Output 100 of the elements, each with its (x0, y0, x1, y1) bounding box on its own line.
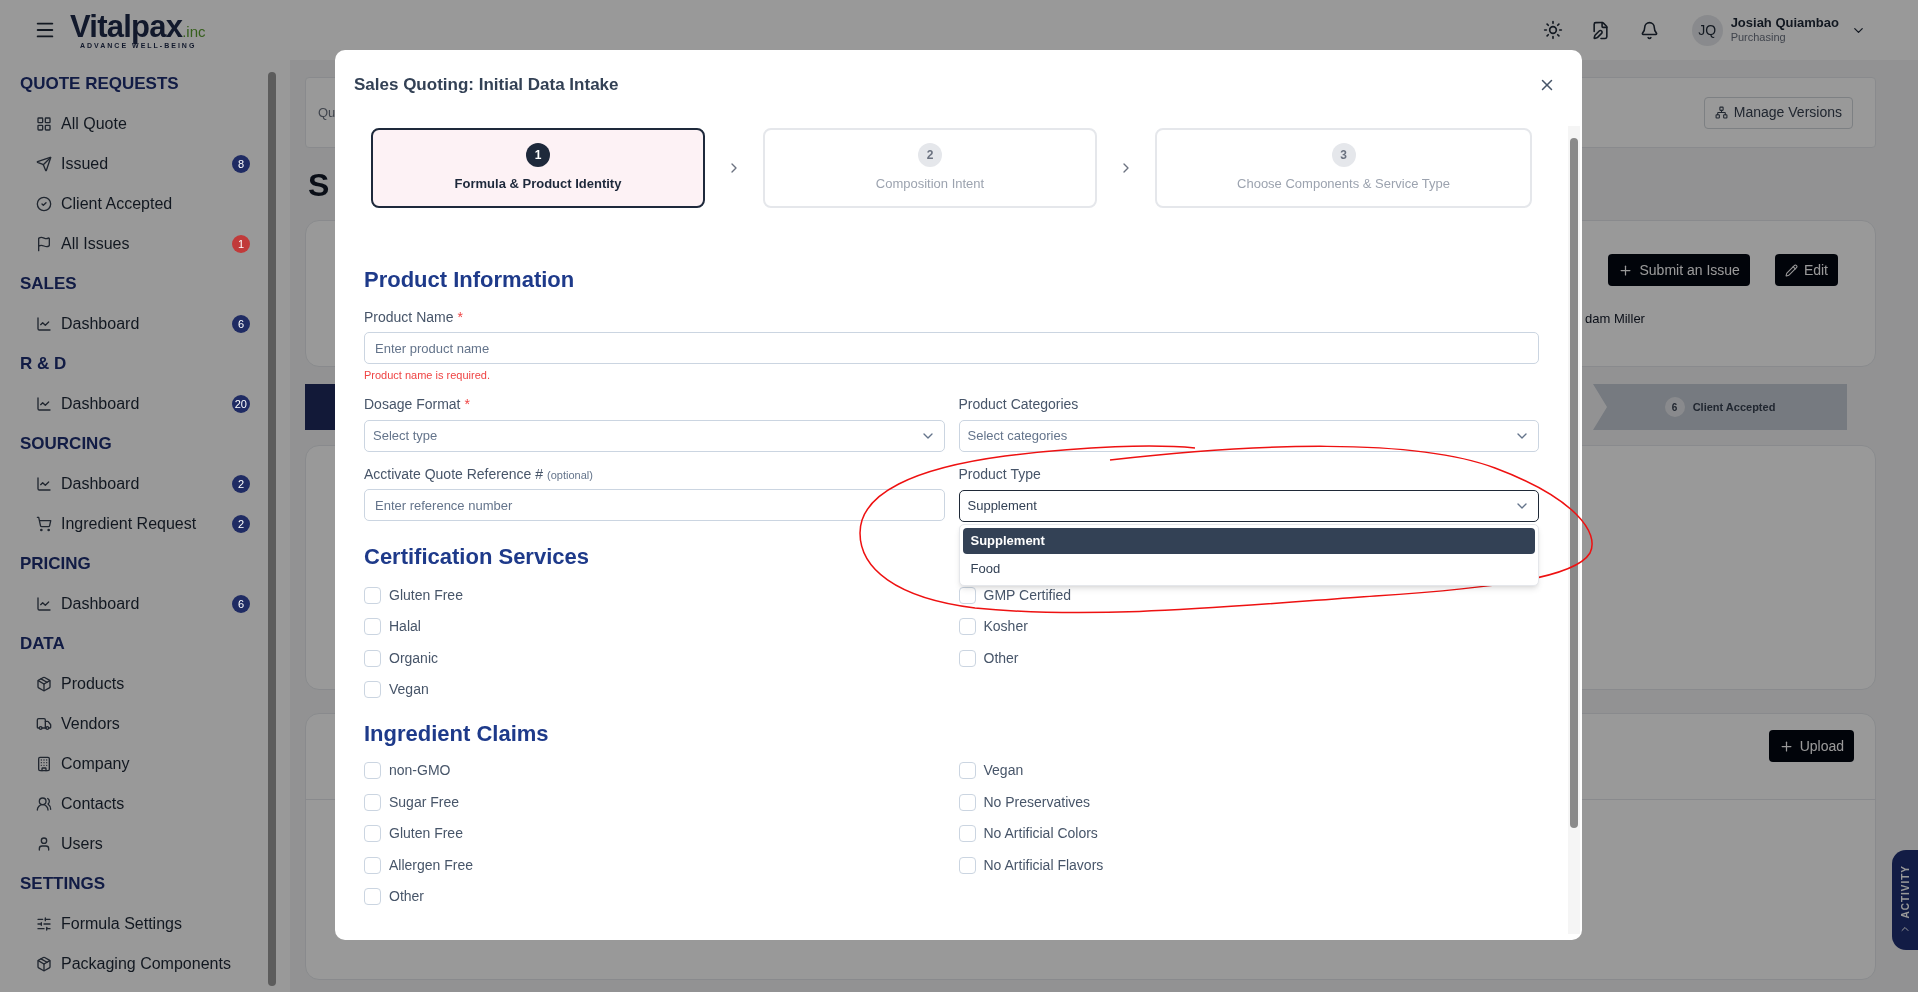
sidebar-item[interactable]: Company (20, 744, 258, 784)
dropdown-option[interactable]: Food (962, 556, 1535, 582)
hierarchy-icon (1714, 106, 1728, 119)
sliders-icon (36, 916, 52, 932)
select-field[interactable]: Supplement (958, 490, 1539, 522)
line-chart-icon (36, 316, 52, 332)
checkbox[interactable] (364, 793, 381, 811)
section-heading: DATA (20, 633, 65, 656)
avatar[interactable]: JQ (1691, 14, 1723, 46)
grid-icon (36, 116, 52, 132)
required-marker: * (464, 395, 470, 414)
select-placeholder: Select categories (967, 427, 1068, 446)
checkbox[interactable] (958, 586, 976, 604)
required-marker: * (457, 308, 463, 327)
section-heading: QUOTE REQUESTS (20, 73, 179, 96)
step-tab[interactable]: 1 Formula & Product Identity (371, 128, 705, 208)
input-field[interactable]: Enter reference number (364, 489, 945, 521)
step-tab[interactable]: 2 Composition Intent (763, 128, 1097, 208)
sidebar-item[interactable]: Packaging Components (20, 944, 258, 984)
checkbox[interactable] (958, 825, 976, 842)
edit-document-icon[interactable] (1590, 20, 1610, 40)
breadcrumb[interactable]: Qu (318, 102, 336, 123)
checkbox[interactable] (958, 618, 976, 635)
field-label: Product Name (364, 308, 454, 327)
checkbox[interactable] (364, 856, 381, 874)
checkbox-label: non-GMO (389, 761, 451, 780)
checkbox[interactable] (958, 793, 976, 811)
sidebar-item[interactable]: Vendors (20, 704, 258, 744)
select-field[interactable]: Select type (364, 420, 945, 452)
count-badge: 8 (232, 155, 250, 173)
checkbox-label: GMP Certified (983, 585, 1072, 605)
flag-icon (36, 236, 52, 252)
checkbox[interactable] (364, 649, 381, 667)
checkbox-label: Other (389, 887, 424, 906)
section-heading: SALES (20, 273, 77, 296)
sidebar-item[interactable]: Contacts (20, 784, 258, 824)
checkbox-label: Allergen Free (389, 855, 474, 875)
manage-versions-button[interactable]: Manage Versions (1703, 96, 1853, 129)
checkbox[interactable] (364, 586, 381, 604)
sidebar-item[interactable]: Dashboard 6 (20, 304, 258, 344)
line-chart-icon (36, 596, 52, 612)
checkbox[interactable] (364, 618, 381, 635)
checkbox-label: Gluten Free (389, 585, 463, 605)
checkbox-label: Kosher (983, 617, 1028, 636)
input-field[interactable]: Enter product name (364, 332, 1539, 364)
select-field[interactable]: Select categories (958, 420, 1539, 452)
assignee-name: dam Miller (1585, 310, 1646, 328)
notification-icon[interactable] (1639, 20, 1659, 40)
step-tab[interactable]: 3 Choose Components & Service Type (1155, 128, 1532, 208)
sidebar-item[interactable]: Dashboard 20 (20, 384, 258, 424)
checkbox[interactable] (958, 649, 976, 667)
sidebar-item[interactable]: Formula Settings (20, 904, 258, 944)
checkbox[interactable] (958, 856, 976, 874)
checkbox[interactable] (364, 681, 381, 698)
checkbox[interactable] (364, 825, 381, 842)
plus-icon (1778, 738, 1794, 754)
sidebar-item[interactable]: Products (20, 664, 258, 704)
field-label: Product Type (958, 465, 1041, 484)
sidebar-item[interactable]: All Issues 1 (20, 224, 258, 264)
edit-button[interactable]: Edit (1774, 254, 1838, 286)
checkbox-label: Vegan (983, 761, 1024, 780)
box-icon (36, 676, 52, 692)
section-heading: SOURCING (20, 433, 112, 456)
sidebar-item[interactable]: Ingredient Request 2 (20, 504, 258, 544)
checkbox-label: Organic (389, 648, 439, 668)
scrollbar[interactable] (1568, 126, 1580, 934)
activity-tab[interactable]: ACTIVITY (1892, 850, 1918, 950)
checkbox-label: No Preservatives (983, 792, 1091, 812)
sidebar-item[interactable]: Users (20, 824, 258, 864)
checkbox-label: No Artificial Flavors (983, 855, 1104, 875)
sidebar-item[interactable]: Issued 8 (20, 144, 258, 184)
field-label: Product Categories (958, 395, 1079, 414)
step-label: Choose Components & Service Type (1237, 174, 1450, 193)
truck-icon (36, 716, 52, 732)
field-label: Dosage Format (364, 395, 461, 414)
sun-icon[interactable] (1542, 20, 1563, 40)
line-chart-icon (36, 396, 52, 412)
count-badge: 20 (231, 395, 250, 413)
sidebar-item[interactable]: Dashboard 2 (20, 464, 258, 504)
select-placeholder: Select type (373, 427, 438, 446)
dropdown-option[interactable]: Supplement (962, 528, 1535, 554)
paper-plane-icon (36, 156, 52, 172)
checkbox[interactable] (364, 762, 381, 779)
plus-icon (1618, 262, 1634, 278)
checkbox[interactable] (958, 762, 976, 779)
sidebar-item[interactable]: All Quote (20, 104, 258, 144)
checkbox-label: Other (983, 648, 1019, 668)
count-badge: 2 (232, 475, 250, 493)
submit-issue-button[interactable]: Submit an Issue (1608, 254, 1750, 286)
count-badge: 6 (232, 595, 250, 613)
step-label: Client Accepted (1692, 399, 1776, 415)
checkbox-label: Gluten Free (389, 824, 463, 843)
checkbox[interactable] (364, 888, 381, 905)
field-hint: (optional) (547, 468, 593, 483)
sidebar-item[interactable]: Dashboard 6 (20, 584, 258, 624)
dialog-title: Sales Quoting: Initial Data Intake (354, 74, 619, 97)
upload-button[interactable]: Upload (1768, 730, 1854, 762)
sidebar-item[interactable]: Client Accepted (20, 184, 258, 224)
count-badge: 6 (232, 315, 250, 333)
section-heading: Certification Services (364, 543, 589, 571)
